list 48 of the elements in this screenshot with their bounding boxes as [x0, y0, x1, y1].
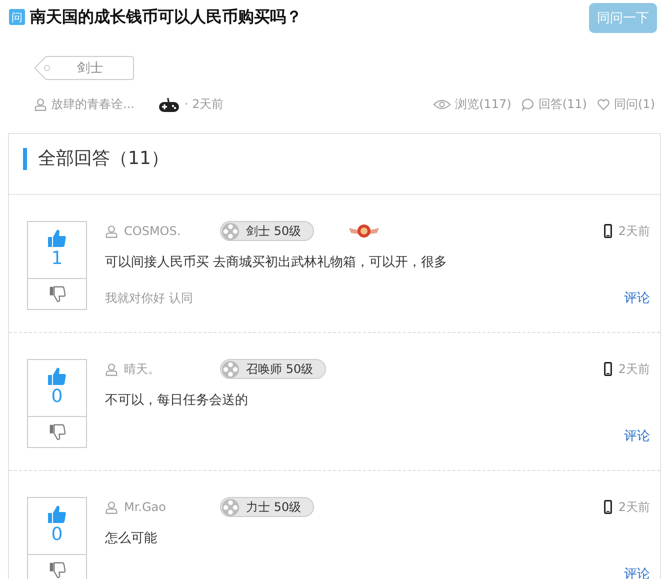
same-question-button[interactable]: 同问一下: [589, 3, 657, 33]
user-name[interactable]: Mr.Gao: [124, 500, 214, 514]
comment-link[interactable]: 评论: [624, 427, 650, 445]
answer-text: 可以间接人民币买 去商城买初出武林礼物箱，可以开，很多: [105, 254, 448, 271]
thumbs-down-icon[interactable]: [48, 286, 66, 302]
rank-label: 力士 50级: [246, 498, 302, 516]
thumbs-up-icon[interactable]: [47, 366, 67, 386]
heart-icon: [597, 98, 610, 111]
gamepad-icon: [158, 96, 180, 112]
user-icon: [34, 98, 47, 111]
phone-icon: [604, 362, 612, 376]
post-time: · 2天前: [184, 96, 224, 113]
endorsement-text: 我就对你好 认同: [105, 290, 193, 307]
thumbs-up-icon[interactable]: [47, 504, 67, 524]
thumbs-down-icon[interactable]: [48, 562, 66, 578]
speech-bubble-icon: [521, 98, 534, 111]
vote-count: 0: [51, 386, 63, 408]
tag[interactable]: 剑士: [34, 56, 134, 80]
question-title: 南天国的成长钱币可以人民币购买吗？: [30, 6, 303, 28]
answer-count[interactable]: 回答(11): [538, 96, 587, 113]
answer-text: 不可以，每日任务会送的: [105, 392, 249, 409]
emblem-icon: [221, 360, 240, 378]
thumbs-down-icon[interactable]: [48, 424, 66, 440]
rank-label: 召唤师 50级: [246, 360, 314, 378]
answer-time: 2天前: [618, 360, 650, 378]
emblem-icon: [221, 498, 240, 516]
vote-count: 0: [51, 524, 63, 546]
answers-heading: 全部回答（11）: [23, 148, 646, 170]
emblem-icon: [221, 222, 240, 240]
answer-text: 怎么可能: [105, 530, 158, 547]
rank-label: 剑士 50级: [246, 222, 302, 240]
eye-icon: [433, 98, 452, 111]
phone-icon: [604, 224, 612, 238]
question-badge: 问: [9, 9, 25, 25]
view-count: 浏览(117): [455, 96, 512, 113]
user-icon: [105, 362, 118, 376]
user-icon: [105, 500, 118, 514]
user-name[interactable]: 晴天。: [124, 360, 214, 378]
comment-link[interactable]: 评论: [624, 289, 650, 307]
phone-icon: [604, 500, 612, 514]
user-icon: [105, 224, 118, 238]
user-name[interactable]: COSMOS.: [124, 224, 214, 238]
same-question-count[interactable]: 同问(1): [614, 96, 655, 113]
vote-count: 1: [51, 248, 63, 270]
answer-time: 2天前: [618, 498, 650, 516]
thumbs-up-icon[interactable]: [47, 228, 67, 248]
answer-time: 2天前: [618, 222, 650, 240]
author-name[interactable]: 放肆的青春诠...: [51, 96, 134, 113]
